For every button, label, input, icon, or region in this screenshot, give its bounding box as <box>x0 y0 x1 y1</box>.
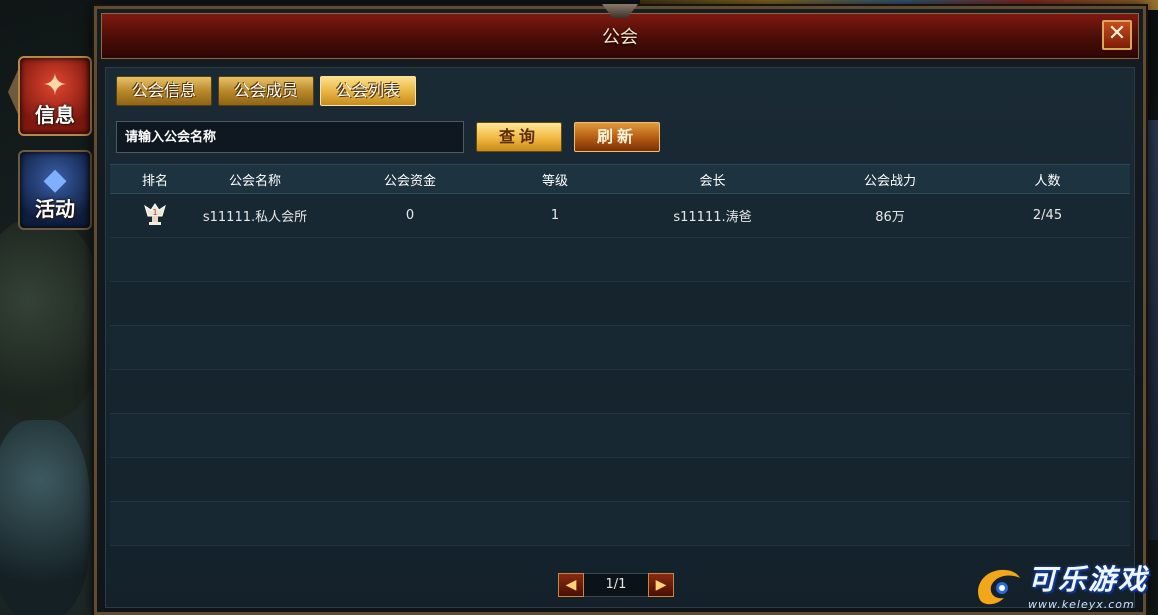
close-icon: ✕ <box>1107 21 1127 46</box>
column-header-power: 公会战力 <box>863 173 916 189</box>
rank-cell: 1 <box>110 200 200 232</box>
watermark-logo-icon <box>978 569 1020 604</box>
prev-arrow-icon: ◀ <box>565 577 577 593</box>
column-header-leader: 会长 <box>699 173 726 189</box>
close-button[interactable]: ✕ <box>1102 20 1132 50</box>
guild-tabs: 公会信息 公会成员 公会列表 <box>116 76 416 106</box>
table-row[interactable]: 1 s11111.私人会所 0 1 s11111.涛爸 86万 2/45 <box>110 194 1130 238</box>
empty-row <box>110 458 1130 502</box>
tab-guild-info[interactable]: 公会信息 <box>116 76 212 106</box>
page-indicator: 1/1 <box>584 573 648 597</box>
background-statue <box>0 420 90 615</box>
title-ornament <box>602 4 638 18</box>
empty-row <box>110 326 1130 370</box>
background-rock <box>0 220 100 420</box>
dialog-title: 公会 <box>602 27 638 48</box>
column-header-rank: 排名 <box>141 173 168 189</box>
guild-table: 排名 公会名称 公会资金 等级 会长 公会战力 人数 1 s11111.私人会所… <box>110 164 1130 546</box>
refresh-button[interactable]: 刷新 <box>574 122 660 152</box>
table-header: 排名 公会名称 公会资金 等级 会长 公会战力 人数 <box>110 164 1130 194</box>
guild-search-input[interactable] <box>116 121 464 153</box>
tab-guild-members[interactable]: 公会成员 <box>218 76 314 106</box>
guild-power-cell: 86万 <box>875 210 905 225</box>
side-tab-activity[interactable]: ◆ 活动 <box>18 150 92 230</box>
tab-guild-list[interactable]: 公会列表 <box>320 76 416 106</box>
guild-members-cell: 2/45 <box>1032 208 1063 223</box>
guild-leader-cell: s11111.涛爸 <box>673 210 752 225</box>
side-tab-activity-label: 活动 <box>35 197 75 221</box>
watermark-url: www.keleyx.com <box>1027 598 1135 611</box>
watermark-brand: 可乐游戏 <box>1027 563 1148 596</box>
prev-page-button[interactable]: ◀ <box>558 573 584 597</box>
next-arrow-icon: ▶ <box>655 577 667 593</box>
side-tab-pointer <box>8 70 18 114</box>
dialog-titlebar: 公会 ✕ <box>101 4 1139 59</box>
rank-1-trophy-icon: 1 <box>141 200 169 228</box>
svg-text:1: 1 <box>152 208 157 217</box>
pagination: ◀ 1/1 ▶ <box>558 573 674 597</box>
column-header-name: 公会名称 <box>228 173 281 189</box>
column-header-funds: 公会资金 <box>383 173 436 189</box>
side-tab-info-label: 信息 <box>35 103 75 127</box>
guild-level-cell: 1 <box>550 208 560 223</box>
site-watermark: 可乐游戏 www.keleyx.com <box>972 558 1148 611</box>
guild-name-cell: s11111.私人会所 <box>202 210 308 225</box>
empty-row <box>110 414 1130 458</box>
guild-funds-cell: 0 <box>405 208 415 223</box>
info-emblem-icon: ✦ <box>42 68 68 103</box>
column-header-members: 人数 <box>1034 173 1061 189</box>
empty-row <box>110 370 1130 414</box>
guild-dialog: 公会 ✕ 公会信息 公会成员 公会列表 查询 刷新 排名 公会名称 公会资金 等… <box>94 4 1146 615</box>
query-button[interactable]: 查询 <box>476 122 562 152</box>
empty-row <box>110 238 1130 282</box>
dialog-content: 公会信息 公会成员 公会列表 查询 刷新 排名 公会名称 公会资金 等级 会长 … <box>105 67 1135 608</box>
column-header-level: 等级 <box>541 173 568 189</box>
empty-row <box>110 282 1130 326</box>
side-tab-info[interactable]: ✦ 信息 <box>18 56 92 136</box>
empty-row <box>110 502 1130 546</box>
next-page-button[interactable]: ▶ <box>648 573 674 597</box>
search-row: 查询 刷新 <box>116 121 660 153</box>
activity-portal-icon: ◆ <box>43 162 67 197</box>
